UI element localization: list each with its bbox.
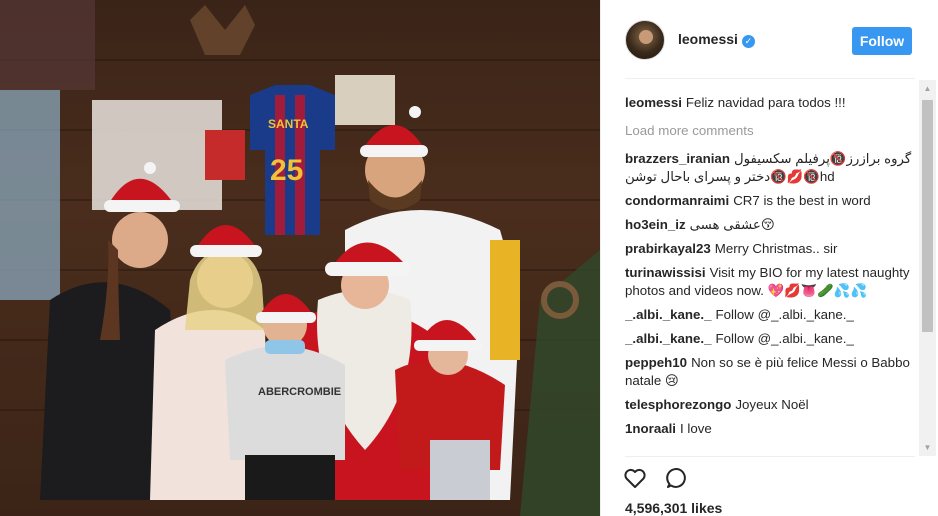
comment-text: Follow @_.albi._kane._ bbox=[715, 307, 854, 322]
comment-item: brazzers_iranian گروه برازرز🔞پرفیلم سکسیف… bbox=[625, 150, 915, 186]
comment-item: turinawissisi Visit my BIO for my latest … bbox=[625, 264, 915, 300]
comment-username[interactable]: telesphorezongo bbox=[625, 397, 731, 412]
comment-username[interactable]: _.albi._kane._ bbox=[625, 307, 711, 322]
comment-username[interactable]: _.albi._kane._ bbox=[625, 331, 711, 346]
comment-username[interactable]: ho3ein_iz bbox=[625, 217, 686, 232]
comment-username[interactable]: 1noraali bbox=[625, 421, 676, 436]
comment-item: prabirkayal23 Merry Christmas.. sir bbox=[625, 240, 915, 258]
comment-item: 1noraali I love bbox=[625, 420, 915, 438]
post-photo[interactable]: SANTA 25 ABERCROMBIE bbox=[0, 0, 600, 516]
jersey-name-text: SANTA bbox=[268, 117, 309, 131]
actions-divider bbox=[625, 456, 915, 457]
comment-item: _.albi._kane._ Follow @_.albi._kane._ bbox=[625, 306, 915, 324]
comment-text: I love bbox=[680, 421, 712, 436]
jersey-number-text: 25 bbox=[270, 154, 303, 187]
header-divider bbox=[625, 78, 915, 79]
author-username[interactable]: leomessi ✓ bbox=[678, 31, 755, 48]
follow-button[interactable]: Follow bbox=[852, 27, 912, 55]
scroll-up-arrow-icon[interactable]: ▲ bbox=[919, 80, 936, 97]
comment-text: Joyeux Noël bbox=[735, 397, 809, 412]
comment-username[interactable]: peppeh10 bbox=[625, 355, 687, 370]
verified-badge-icon: ✓ bbox=[741, 35, 755, 48]
comment-username[interactable]: condormanraimi bbox=[625, 193, 729, 208]
comment-username[interactable]: turinawissisi bbox=[625, 265, 706, 280]
load-more-comments-link[interactable]: Load more comments bbox=[625, 122, 915, 140]
comments-list[interactable]: leomessi Feliz navidad para todos !!! Loa… bbox=[625, 90, 915, 454]
comment-item: _.albi._kane._ Follow @_.albi._kane._ bbox=[625, 330, 915, 348]
shirt-brand-text: ABERCROMBIE bbox=[258, 386, 341, 398]
post-caption: leomessi Feliz navidad para todos !!! bbox=[625, 94, 915, 112]
caption-text: Feliz navidad para todos !!! bbox=[685, 95, 846, 110]
comment-username[interactable]: prabirkayal23 bbox=[625, 241, 711, 256]
comment-item: peppeh10 Non so se è più felice Messi o B… bbox=[625, 354, 915, 390]
comment-username[interactable]: brazzers_iranian bbox=[625, 151, 730, 166]
comment-text: Merry Christmas.. sir bbox=[714, 241, 838, 256]
comment-icon[interactable] bbox=[663, 464, 691, 492]
avatar[interactable] bbox=[625, 19, 665, 60]
comment-item: telesphorezongo Joyeux Noël bbox=[625, 396, 915, 414]
post-actions bbox=[621, 464, 691, 494]
post-header: leomessi ✓ Follow bbox=[601, 0, 938, 79]
scroll-thumb[interactable] bbox=[922, 100, 933, 332]
heart-icon[interactable] bbox=[621, 464, 649, 492]
photo-illustration: SANTA 25 ABERCROMBIE bbox=[0, 0, 600, 516]
comment-item: condormanraimi CR7 is the best in word bbox=[625, 192, 915, 210]
comment-item: ho3ein_iz عشقی هسی😚 bbox=[625, 216, 915, 234]
comments-scrollbar[interactable]: ▲ ▼ bbox=[919, 80, 936, 456]
post-side-panel: leomessi ✓ Follow leomessi Feliz navidad p… bbox=[600, 0, 938, 516]
comment-text: Follow @_.albi._kane._ bbox=[715, 331, 854, 346]
comment-text: CR7 is the best in word bbox=[733, 193, 871, 208]
scroll-down-arrow-icon[interactable]: ▼ bbox=[919, 439, 936, 456]
caption-username[interactable]: leomessi bbox=[625, 95, 682, 110]
likes-count[interactable]: 4,596,301 likes bbox=[625, 500, 722, 516]
comment-text: عشقی هسی😚 bbox=[689, 217, 775, 232]
